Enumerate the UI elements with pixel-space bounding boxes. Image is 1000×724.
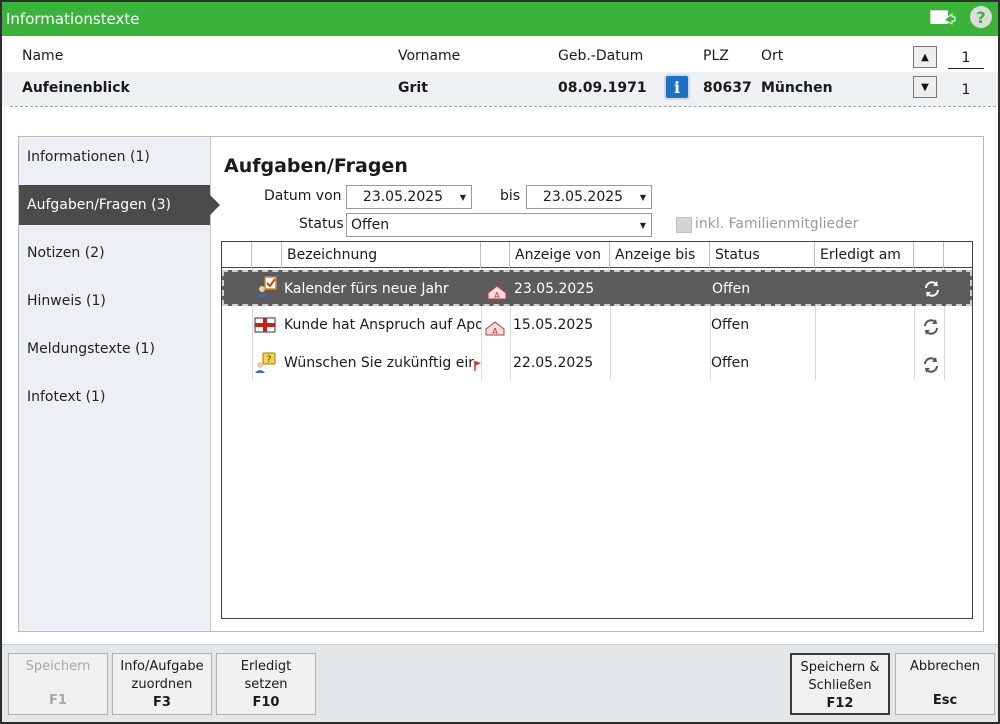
plz-label: PLZ [703,48,729,64]
anzeige-von-value: 22.05.2025 [513,355,594,371]
previous-record-button[interactable]: ▲ [913,46,937,68]
patient-header: Name Vorname Geb.-Datum PLZ Ort ▲ 1 Aufe… [2,36,998,108]
chevron-down-icon: ▼ [459,192,467,202]
svg-text:A: A [494,291,500,300]
status-value: Offen [712,281,751,297]
birthdate-label: Geb.-Datum [558,48,644,64]
column-header-bezeichnung[interactable]: Bezeichnung [282,242,481,268]
svg-text:A: A [492,327,498,336]
sidebar-item-label: Infotext (1) [27,389,106,405]
table-header: Bezeichnung Anzeige von Anzeige bis Stat… [222,242,972,268]
column-header-anzeige-von[interactable]: Anzeige von [510,242,610,268]
chevron-down-icon: ▼ [639,192,647,202]
anzeige-von-value: 15.05.2025 [513,317,594,333]
refresh-icon[interactable] [923,280,941,298]
sidebar-item-label: Meldungstexte (1) [27,341,155,357]
sidebar-item-infotext[interactable]: Infotext (1) [19,377,210,417]
pharmacy-house-icon: A [487,285,507,300]
table-row[interactable]: Kunde hat Anspruch auf Apot A 15.05.2025… [222,308,972,344]
column-header-blank[interactable] [222,242,252,268]
question-person-icon: ? [255,352,276,373]
app-window: Informationstexte ? Name Vorname Geb.-Da… [0,0,1000,724]
status-label: Status [299,216,344,232]
datum-von-picker[interactable]: 23.05.2025 ▼ [346,185,472,209]
next-record-button[interactable]: ▼ [913,76,937,98]
button-key: F3 [153,695,171,710]
sidebar-item-label: Aufgaben/Fragen (3) [27,197,171,213]
sidebar-item-label: Hinweis (1) [27,293,106,309]
main-panel: Informationen (1) Aufgaben/Fragen (3) No… [18,136,984,632]
pager-current: 1 [948,50,984,69]
name-label: Name [22,48,64,64]
task-title: Wünschen Sie zukünftig eine [284,355,474,371]
content-area: Aufgaben/Fragen Datum von 23.05.2025 ▼ b… [219,137,979,631]
sidebar-item-hinweis[interactable]: Hinweis (1) [19,281,210,321]
table-row[interactable]: Kalender fürs neue Jahr A 23.05.2025 Off… [222,270,972,306]
patient-birthdate: 08.09.1971 [558,80,647,96]
patient-ort: München [761,80,833,96]
button-label: Erledigt setzen [240,659,292,692]
button-key: F12 [826,696,854,711]
datum-von-label: Datum von [264,188,342,204]
status-select[interactable]: Offen ▼ [346,213,652,237]
button-label: Info/Aufgabe zuordnen [120,659,204,692]
ort-label: Ort [761,48,784,64]
column-header-flag[interactable] [481,242,510,268]
info-icon[interactable]: i [664,74,690,100]
task-title: Kalender fürs neue Jahr [284,281,449,297]
family-members-label: inkl. Familienmitglieder [695,216,859,232]
patient-name: Aufeinenblick [22,80,130,96]
exit-window-icon[interactable] [928,6,956,28]
button-label: Speichern & Schließen [800,660,880,693]
window-title: Informationstexte [6,10,140,28]
datum-bis-picker[interactable]: 23.05.2025 ▼ [526,185,652,209]
chevron-down-icon: ▼ [639,220,647,230]
sidebar-item-label: Informationen (1) [27,149,150,165]
category-sidebar: Informationen (1) Aufgaben/Fragen (3) No… [19,137,220,631]
refresh-icon[interactable] [922,318,940,336]
pager-total: 1 [961,82,971,98]
sidebar-item-label: Notizen (2) [27,245,105,261]
sidebar-item-notizen[interactable]: Notizen (2) [19,233,210,273]
sidebar-item-aufgaben-fragen[interactable]: Aufgaben/Fragen (3) [19,185,220,225]
task-person-icon [257,276,277,297]
function-key-bar: Speichern F1 Info/Aufgabe zuordnen F3 Er… [2,644,998,722]
patient-vorname: Grit [398,80,428,96]
pharmacy-house-icon: A [485,321,505,336]
svg-text:?: ? [267,355,272,365]
column-header-action[interactable] [914,242,944,268]
status-value: Offen [711,355,750,371]
title-bar: Informationstexte ? [2,2,998,36]
button-label: Abbrechen [909,659,981,674]
column-header-anzeige-bis[interactable]: Anzeige bis [610,242,710,268]
speichern-schliessen-button[interactable]: Speichern & Schließen F12 [790,653,890,715]
erledigt-setzen-button[interactable]: Erledigt setzen F10 [216,653,316,715]
bis-label: bis [500,188,521,204]
section-title: Aufgaben/Fragen [224,155,408,177]
refresh-icon[interactable] [922,356,940,374]
sidebar-item-informationen[interactable]: Informationen (1) [19,137,210,177]
column-header-status[interactable]: Status [710,242,815,268]
task-title: Kunde hat Anspruch auf Apot [284,317,481,333]
button-key: F10 [252,695,280,710]
sidebar-item-meldungstexte[interactable]: Meldungstexte (1) [19,329,210,369]
button-key: Esc [932,693,958,708]
column-header-icon[interactable] [252,242,282,268]
family-members-checkbox[interactable] [676,217,692,233]
vorname-label: Vorname [398,48,461,64]
column-header-erledigt-am[interactable]: Erledigt am [815,242,914,268]
gift-card-icon [254,317,276,333]
table-row[interactable]: ? Wünschen Sie zukünftig eine 22.05.2025… [222,346,972,382]
speichern-button[interactable]: Speichern F1 [8,653,108,715]
tasks-table: Bezeichnung Anzeige von Anzeige bis Stat… [221,241,973,619]
anzeige-von-value: 23.05.2025 [514,281,595,297]
flag-icon [474,361,481,371]
button-label: Speichern [25,659,91,674]
info-aufgabe-zuordnen-button[interactable]: Info/Aufgabe zuordnen F3 [112,653,212,715]
abbrechen-button[interactable]: Abbrechen Esc [895,653,995,715]
status-value: Offen [711,317,750,333]
patient-plz: 80637 [703,80,752,96]
button-key: F1 [49,693,67,708]
help-icon[interactable]: ? [970,6,992,28]
